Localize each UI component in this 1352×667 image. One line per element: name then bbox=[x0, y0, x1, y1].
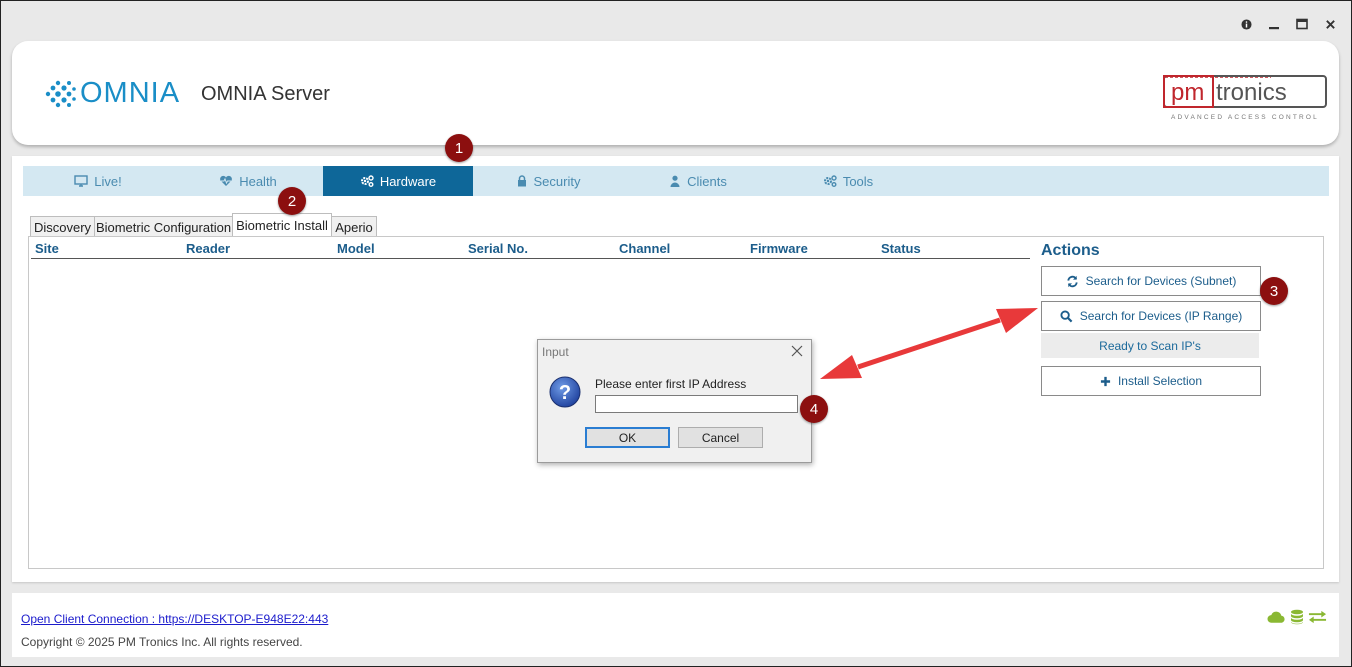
heart-pulse-icon bbox=[219, 175, 233, 187]
plus-icon bbox=[1100, 376, 1111, 387]
column-header-serial[interactable]: Serial No. bbox=[468, 241, 528, 256]
pmtronics-logo: pm tronics ADVANCED ACCESS CONTROL bbox=[1163, 75, 1327, 121]
monitor-icon bbox=[74, 175, 88, 187]
gears-icon bbox=[823, 175, 837, 187]
scan-status: Ready to Scan IP's bbox=[1041, 333, 1259, 358]
column-header-reader[interactable]: Reader bbox=[186, 241, 230, 256]
tab-hardware-label: Hardware bbox=[379, 173, 437, 189]
install-selection-label: Install Selection bbox=[1117, 374, 1203, 388]
column-header-status[interactable]: Status bbox=[881, 241, 921, 256]
open-client-connection-link[interactable]: Open Client Connection : https://DESKTOP… bbox=[21, 612, 328, 626]
info-icon[interactable] bbox=[1239, 17, 1253, 31]
database-icon bbox=[1291, 609, 1303, 625]
footer: Open Client Connection : https://DESKTOP… bbox=[12, 593, 1339, 657]
dialog-title: Input bbox=[542, 345, 569, 359]
dialog-prompt: Please enter first IP Address bbox=[595, 377, 747, 391]
callout-badge-1: 1 bbox=[445, 134, 473, 162]
search-subnet-label: Search for Devices (Subnet) bbox=[1085, 274, 1237, 288]
install-selection-button[interactable]: Install Selection bbox=[1041, 366, 1261, 396]
close-icon[interactable] bbox=[789, 343, 805, 359]
lock-icon bbox=[516, 175, 528, 187]
tab-hardware[interactable]: Hardware bbox=[323, 166, 473, 196]
user-icon bbox=[669, 175, 681, 187]
cloud-icon bbox=[1267, 611, 1285, 623]
callout-badge-2: 2 bbox=[278, 187, 306, 215]
svg-text:ADVANCED ACCESS CONTROL: ADVANCED ACCESS CONTROL bbox=[1171, 114, 1319, 121]
app-header: OMNIA OMNIA Server pm tronics ADVANCED A… bbox=[12, 41, 1339, 145]
refresh-icon bbox=[1066, 275, 1079, 288]
column-header-model[interactable]: Model bbox=[337, 241, 375, 256]
cancel-button[interactable]: Cancel bbox=[678, 427, 763, 448]
tab-security-label: Security bbox=[533, 173, 581, 189]
tab-clients-label: Clients bbox=[687, 173, 727, 189]
svg-text:tronics: tronics bbox=[1216, 79, 1287, 106]
subtab-aperio[interactable]: Aperio bbox=[331, 216, 377, 237]
omnia-logo-text: OMNIA bbox=[80, 77, 181, 109]
subtab-discovery[interactable]: Discovery bbox=[30, 216, 95, 237]
status-icons bbox=[1267, 609, 1327, 625]
tab-clients[interactable]: Clients bbox=[623, 166, 773, 196]
callout-badge-3: 3 bbox=[1260, 277, 1288, 305]
transfer-icon bbox=[1308, 610, 1327, 624]
maximize-icon[interactable] bbox=[1295, 17, 1309, 31]
ok-button[interactable]: OK bbox=[585, 427, 670, 448]
callout-badge-4: 4 bbox=[800, 395, 828, 423]
tab-security[interactable]: Security bbox=[473, 166, 623, 196]
search-ip-range-label: Search for Devices (IP Range) bbox=[1079, 309, 1243, 323]
tab-health-label: Health bbox=[239, 173, 277, 189]
input-dialog: Input ? Please enter first IP Address OK… bbox=[537, 339, 812, 463]
copyright-text: Copyright © 2025 PM Tronics Inc. All rig… bbox=[21, 635, 303, 649]
window-controls bbox=[1239, 17, 1337, 31]
tab-live[interactable]: Live! bbox=[23, 166, 173, 196]
page-title: OMNIA Server bbox=[201, 83, 330, 105]
svg-text:?: ? bbox=[559, 382, 571, 404]
tab-live-label: Live! bbox=[94, 173, 122, 189]
search-ip-range-button[interactable]: Search for Devices (IP Range) bbox=[1041, 301, 1261, 331]
gears-icon bbox=[360, 175, 374, 187]
minimize-icon[interactable] bbox=[1267, 17, 1281, 31]
column-header-channel[interactable]: Channel bbox=[619, 241, 670, 256]
actions-title: Actions bbox=[1041, 242, 1100, 259]
column-header-firmware[interactable]: Firmware bbox=[750, 241, 808, 256]
search-subnet-button[interactable]: Search for Devices (Subnet) bbox=[1041, 266, 1261, 296]
svg-text:pm: pm bbox=[1171, 79, 1204, 106]
main-nav: Live! Health Hardware Security Clients T… bbox=[23, 166, 1329, 196]
omnia-logo-icon bbox=[45, 80, 76, 107]
app-window: OMNIA OMNIA Server pm tronics ADVANCED A… bbox=[0, 0, 1352, 667]
subtab-biometric-install[interactable]: Biometric Install bbox=[232, 213, 332, 237]
question-icon: ? bbox=[549, 376, 581, 408]
close-icon[interactable] bbox=[1323, 17, 1337, 31]
search-icon bbox=[1060, 309, 1073, 323]
ip-address-input[interactable] bbox=[595, 395, 798, 413]
tab-tools[interactable]: Tools bbox=[773, 166, 923, 196]
device-table-header: Site Reader Model Serial No. Channel Fir… bbox=[31, 241, 1030, 259]
omnia-logo: OMNIA bbox=[44, 77, 180, 110]
subtab-biometric-configuration[interactable]: Biometric Configuration bbox=[94, 216, 233, 237]
column-header-site[interactable]: Site bbox=[35, 241, 59, 256]
tab-tools-label: Tools bbox=[842, 173, 874, 189]
